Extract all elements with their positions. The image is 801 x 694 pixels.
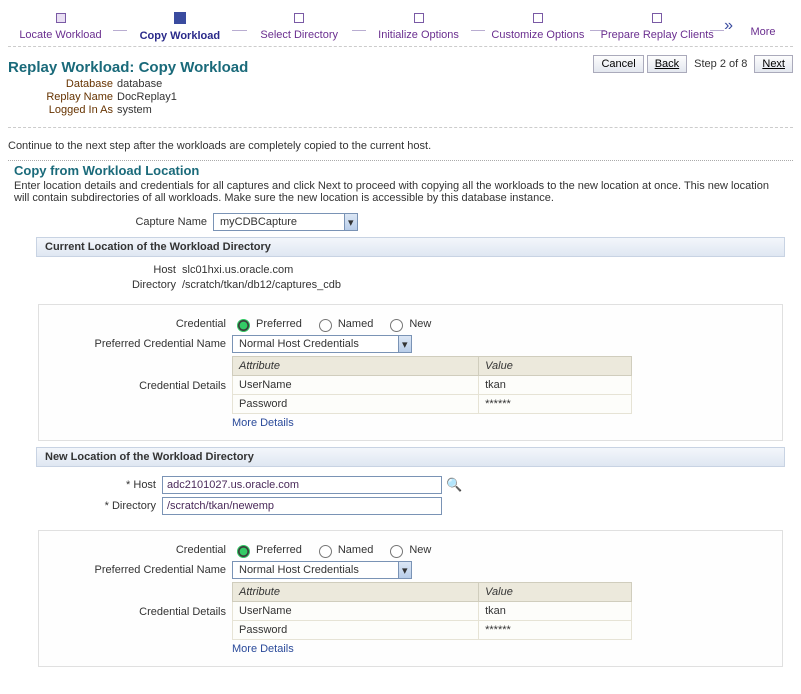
action-bar: Cancel Back Step 2 of 8 Next — [593, 55, 793, 73]
chevron-down-icon: ▾ — [344, 214, 357, 230]
new-dir-input[interactable] — [162, 497, 442, 515]
page-meta: Database database Replay Name DocReplay1… — [12, 78, 248, 116]
section-copy-from: Copy from Workload Location — [8, 160, 793, 178]
step-box-icon — [56, 13, 66, 23]
step-customize-options[interactable]: Customize Options — [485, 13, 590, 41]
pref-cred-select-1[interactable]: Normal Host Credentials ▾ — [232, 335, 412, 353]
step-box-icon — [533, 13, 543, 23]
pref-cred-select-2[interactable]: Normal Host Credentials ▾ — [232, 561, 412, 579]
arrow-more-icon: » — [724, 17, 733, 35]
chevron-down-icon: ▾ — [398, 336, 411, 352]
panel-new-location: New Location of the Workload Directory — [36, 447, 785, 467]
radio-new-1[interactable]: New — [385, 316, 431, 332]
radio-preferred-1[interactable]: Preferred — [232, 316, 302, 332]
radio-new-2[interactable]: New — [385, 542, 431, 558]
step-initialize-options[interactable]: Initialize Options — [366, 13, 471, 41]
current-host-value: slc01hxi.us.oracle.com — [182, 264, 293, 276]
cred-details-table-1: AttributeValue UserNametkan Password****… — [232, 356, 632, 414]
step-copy-workload[interactable]: Copy Workload — [127, 12, 232, 42]
step-box-icon — [174, 12, 186, 24]
section-copy-desc: Enter location details and credentials f… — [8, 180, 793, 210]
current-dir-value: /scratch/tkan/db12/captures_cdb — [182, 279, 341, 291]
cred-details-table-2: AttributeValue UserNametkan Password****… — [232, 582, 632, 640]
more-details-link-1[interactable]: More Details — [232, 417, 632, 429]
table-row: UserNametkan — [233, 376, 632, 395]
step-box-icon — [652, 13, 662, 23]
step-prepare-replay-clients[interactable]: Prepare Replay Clients — [605, 13, 710, 41]
capture-name-label: Capture Name — [8, 216, 213, 228]
step-box-icon — [294, 13, 304, 23]
panel-current-location: Current Location of the Workload Directo… — [36, 237, 785, 257]
chevron-down-icon: ▾ — [398, 562, 411, 578]
radio-named-2[interactable]: Named — [314, 542, 373, 558]
table-row: Password****** — [233, 621, 632, 640]
step-box-icon — [414, 13, 424, 23]
step-locate-workload[interactable]: Locate Workload — [8, 13, 113, 41]
table-row: Password****** — [233, 395, 632, 414]
cancel-button[interactable]: Cancel — [593, 55, 643, 73]
radio-preferred-2[interactable]: Preferred — [232, 542, 302, 558]
more-details-link-2[interactable]: More Details — [232, 643, 632, 655]
page-title: Replay Workload: Copy Workload — [8, 59, 248, 76]
instruction-text: Continue to the next step after the work… — [8, 140, 793, 152]
step-select-directory[interactable]: Select Directory — [247, 13, 352, 41]
step-more[interactable]: More — [733, 16, 793, 38]
step-indicator: Step 2 of 8 — [690, 58, 751, 70]
new-host-input[interactable] — [162, 476, 442, 494]
radio-named-1[interactable]: Named — [314, 316, 373, 332]
credential-radio-set-1: Preferred Named New — [232, 316, 431, 332]
next-button[interactable]: Next — [754, 55, 793, 73]
search-icon[interactable]: 🔍 — [446, 477, 462, 493]
table-row: UserNametkan — [233, 602, 632, 621]
capture-name-select[interactable]: myCDBCapture ▾ — [213, 213, 358, 231]
credential-radio-set-2: Preferred Named New — [232, 542, 431, 558]
wizard-steps: Locate Workload Copy Workload Select Dir… — [8, 4, 793, 47]
back-button[interactable]: Back — [647, 55, 687, 73]
